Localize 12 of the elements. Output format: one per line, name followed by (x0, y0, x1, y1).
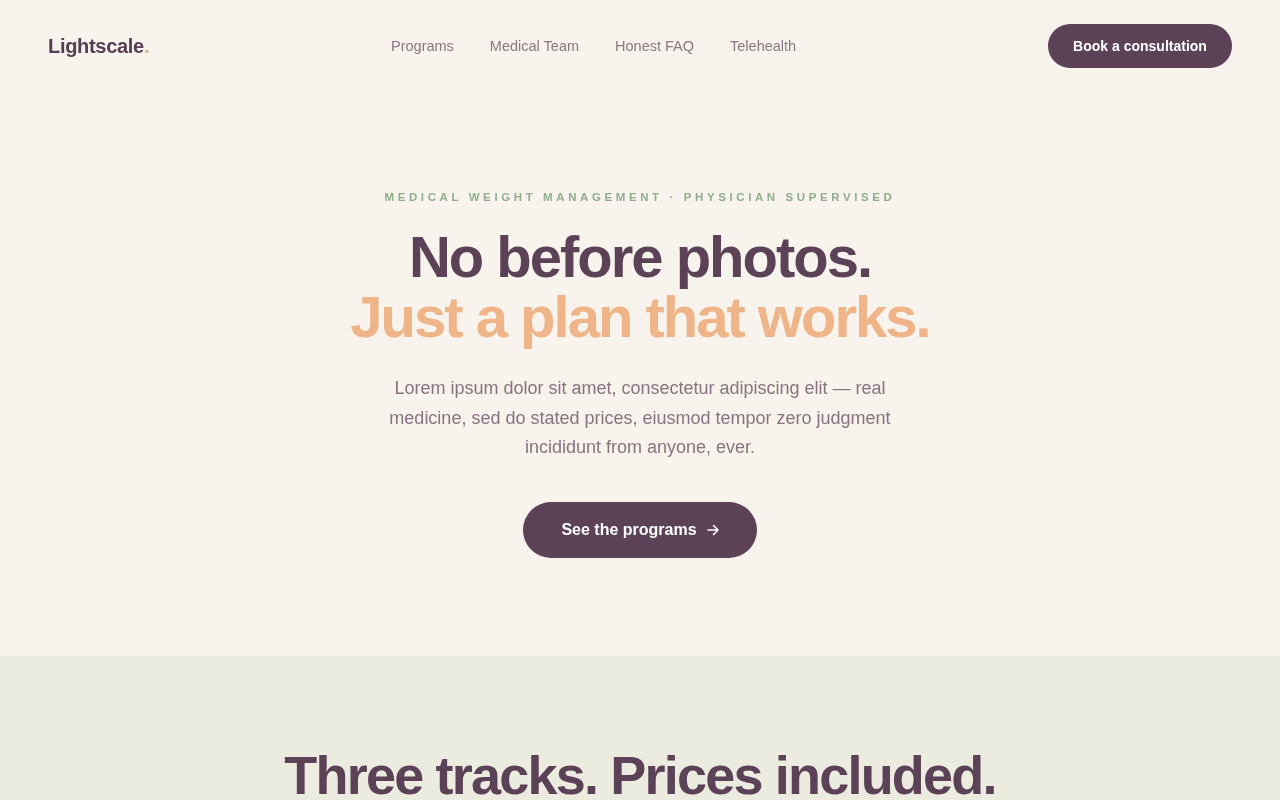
brand-logo[interactable]: Lightscale. (48, 34, 150, 58)
arrow-right-icon (706, 523, 719, 536)
intro-paragraph: Lorem ipsum dolor sit amet, consectetur adipiscing elit — real medicine, sed do stated prices, eiusmod tempor zero judgment incididunt from anyone, ever. (388, 377, 892, 459)
see-programs-button[interactable]: See the programs (523, 501, 757, 558)
headline-line: No before photos. (408, 227, 872, 287)
nav-link[interactable]: Programs (391, 38, 454, 54)
nav-link[interactable]: Honest FAQ (615, 38, 695, 54)
section-heading: Three tracks. Prices included. (284, 751, 996, 799)
book-consultation-button[interactable]: Book a consultation (1048, 24, 1232, 68)
nav-link[interactable]: Medical Team (489, 38, 580, 54)
nav-link[interactable]: Telehealth (730, 38, 797, 54)
eyebrow-text: MEDICAL WEIGHT MANAGEMENT · PHYSICIAN SUPERVISED (384, 190, 896, 205)
